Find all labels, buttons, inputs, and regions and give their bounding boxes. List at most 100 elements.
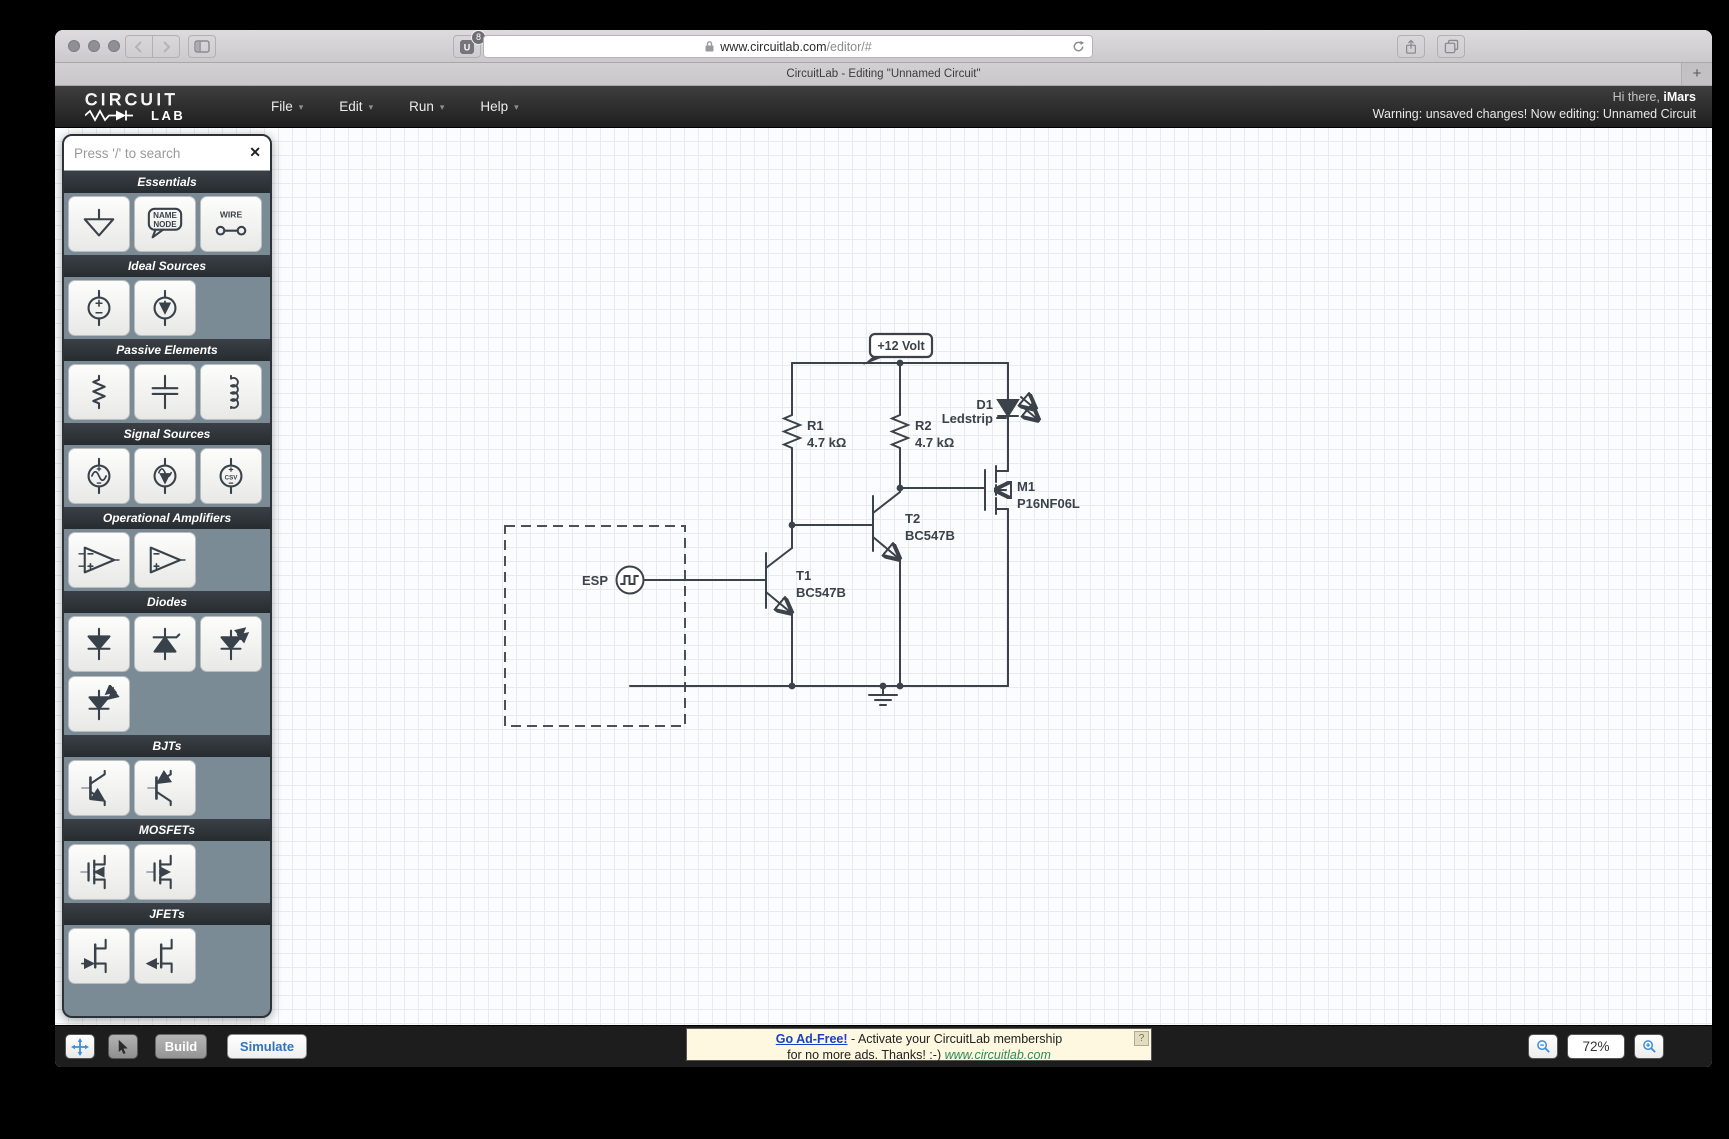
component-palette: ✕ Essentials NAMENODE WIRE Ideal Sources Pas… (62, 134, 272, 1018)
component-r1[interactable]: R1 4.7 kΩ (781, 410, 846, 456)
cursor-icon (118, 1039, 128, 1055)
zener-diode-icon (142, 625, 188, 663)
logo-text-circuit: CIRCUIT (85, 90, 179, 109)
zoom-out-button[interactable] (1528, 1034, 1558, 1059)
minimize-window-button[interactable] (88, 40, 100, 52)
forward-icon (163, 40, 171, 53)
tabs-icon (1444, 39, 1458, 54)
menu-run[interactable]: Run (409, 99, 444, 114)
palette-resistor[interactable] (68, 364, 130, 420)
back-button[interactable] (125, 35, 153, 58)
palette-opamp[interactable] (68, 532, 130, 588)
current-source-icon (142, 289, 188, 327)
reload-button[interactable] (1072, 40, 1085, 56)
opamp-basic-icon (142, 541, 188, 579)
component-esp-source[interactable]: ESP (582, 565, 645, 595)
pan-icon (71, 1037, 89, 1056)
close-window-button[interactable] (68, 40, 80, 52)
pan-tool-button[interactable] (65, 1034, 95, 1059)
circuit-schematic[interactable]: R1 4.7 kΩ R2 4.7 kΩ D1 Ledstrip T1 BC547… (55, 128, 1712, 1025)
username[interactable]: iMars (1663, 90, 1696, 104)
component-t1[interactable]: T1 BC547B (765, 547, 846, 611)
menu-edit[interactable]: Edit (339, 99, 373, 114)
new-tab-button[interactable]: + (1681, 63, 1712, 85)
address-bar[interactable]: www.circuitlab.com/editor/# (483, 35, 1093, 58)
component-t2[interactable]: T2 BC547B (872, 491, 955, 557)
palette-pnp-transistor[interactable] (134, 760, 196, 816)
palette-opamp-basic[interactable] (134, 532, 196, 588)
zoom-level-display[interactable]: 72% (1567, 1034, 1625, 1059)
palette-p-jfet[interactable] (134, 928, 196, 984)
palette-capacitor[interactable] (134, 364, 196, 420)
unsaved-warning: Warning: unsaved changes! Now editing: U… (1372, 107, 1696, 121)
component-m1-mosfet[interactable]: M1 P16NF06L (984, 465, 1080, 515)
palette-sine-current-source[interactable] (134, 448, 196, 504)
palette-photodiode[interactable] (68, 676, 130, 732)
svg-text:4.7 kΩ: 4.7 kΩ (915, 435, 954, 450)
zoom-in-button[interactable] (1634, 1034, 1664, 1059)
lock-icon (705, 41, 714, 52)
reload-icon (1073, 40, 1085, 52)
nmos-transistor-icon (76, 853, 122, 891)
zoom-out-icon (1536, 1040, 1550, 1053)
circuitlab-header: CIRCUIT LAB File Edit Run Help Hi there,… (55, 86, 1712, 128)
palette-name-node[interactable]: NAME NODE (134, 196, 196, 252)
svg-text:BC547B: BC547B (905, 528, 955, 543)
palette-n-jfet[interactable] (68, 928, 130, 984)
section-header-bjts: BJTs (64, 735, 270, 757)
section-header-operational-amplifiers: Operational Amplifiers (64, 507, 270, 529)
palette-csv-source[interactable]: CSV (200, 448, 262, 504)
palette-current-source[interactable] (134, 280, 196, 336)
tab-title[interactable]: CircuitLab - Editing "Unnamed Circuit" (786, 68, 980, 80)
capacitor-icon (142, 373, 188, 411)
sidebar-toggle-button[interactable] (188, 35, 216, 58)
palette-led[interactable] (200, 616, 262, 672)
palette-npn-transistor[interactable] (68, 760, 130, 816)
schematic-canvas[interactable]: R1 4.7 kΩ R2 4.7 kΩ D1 Ledstrip T1 BC547… (55, 128, 1712, 1025)
diode-icon (76, 625, 122, 663)
zoom-window-button[interactable] (108, 40, 120, 52)
circuitlab-logo[interactable]: CIRCUIT LAB (85, 91, 245, 122)
svg-text:P16NF06L: P16NF06L (1017, 496, 1080, 511)
svg-text:CSV: CSV (225, 474, 239, 481)
simulate-mode-button[interactable]: Simulate (227, 1034, 307, 1059)
palette-sine-voltage-source[interactable] (68, 448, 130, 504)
sine-current-source-icon (142, 457, 188, 495)
svg-text:R2: R2 (915, 418, 932, 433)
section-grid-mosfets (64, 841, 270, 903)
menu-file[interactable]: File (271, 99, 303, 114)
palette-pmos-transistor[interactable] (134, 844, 196, 900)
tab-overview-button[interactable] (1437, 35, 1465, 58)
go-ad-free-link[interactable]: Go Ad-Free! (776, 1032, 848, 1046)
palette-diode[interactable] (68, 616, 130, 672)
forward-button[interactable] (153, 35, 180, 58)
back-icon (134, 40, 142, 53)
extension-button[interactable]: U 8 (453, 30, 486, 58)
close-icon[interactable]: ✕ (249, 144, 261, 161)
palette-voltage-source[interactable] (68, 280, 130, 336)
menu-help[interactable]: Help (480, 99, 518, 114)
palette-ground[interactable] (68, 196, 130, 252)
component-d1-led[interactable]: D1 Ledstrip (942, 397, 1036, 426)
sine-voltage-source-icon (76, 457, 122, 495)
palette-nmos-transistor[interactable] (68, 844, 130, 900)
svg-text:Ledstrip: Ledstrip (942, 411, 993, 426)
build-mode-button[interactable]: Build (155, 1034, 207, 1059)
svg-text:T1: T1 (796, 568, 811, 583)
logo-resistor-diode-icon (85, 109, 133, 122)
opamp-icon (76, 541, 122, 579)
palette-zener-diode[interactable] (134, 616, 196, 672)
photodiode-icon (76, 685, 122, 723)
search-input[interactable] (64, 136, 270, 170)
pnp-transistor-icon (142, 769, 188, 807)
section-grid-operational-amplifiers (64, 529, 270, 591)
share-button[interactable] (1397, 35, 1425, 58)
palette-inductor[interactable] (200, 364, 262, 420)
ad-url[interactable]: www.circuitlab.com (945, 1048, 1051, 1062)
pmos-transistor-icon (142, 853, 188, 891)
palette-wire[interactable]: WIRE (200, 196, 262, 252)
supply-node-label[interactable]: +12 Volt (863, 332, 934, 365)
select-tool-button[interactable] (108, 1034, 138, 1059)
ad-help-button[interactable]: ? (1134, 1031, 1149, 1046)
npn-transistor-icon (76, 769, 122, 807)
